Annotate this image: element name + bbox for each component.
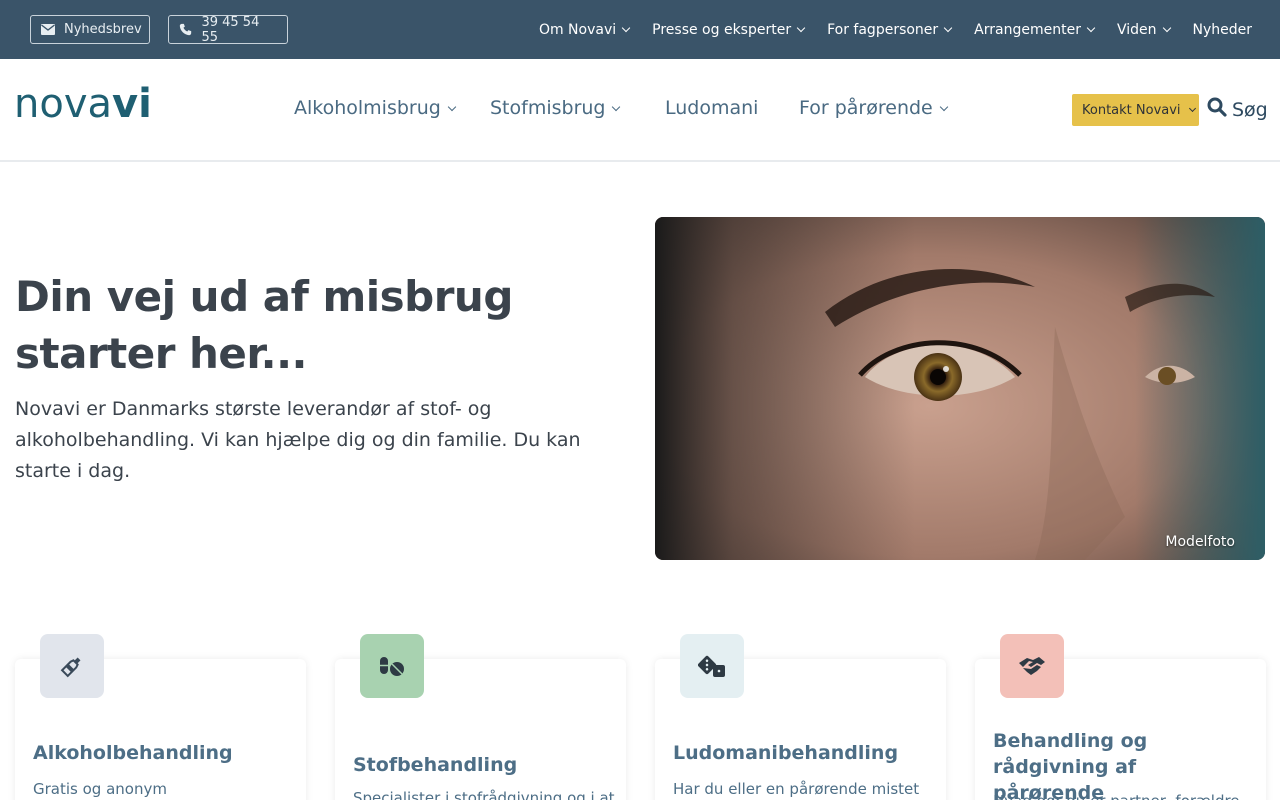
- top-nav-arrangementer[interactable]: Arrangementer: [974, 22, 1096, 38]
- pills-icon: [360, 634, 424, 698]
- card-title[interactable]: Alkoholbehandling: [33, 740, 233, 766]
- chevron-down-icon: [447, 102, 457, 111]
- chevron-down-icon: [621, 23, 631, 33]
- hero-image: Modelfoto: [655, 217, 1265, 560]
- dice-icon: [680, 634, 744, 698]
- top-nav-fagpersoner[interactable]: For fagpersoner: [827, 22, 953, 38]
- contact-novavi-button[interactable]: Kontakt Novavi: [1072, 94, 1199, 126]
- main-nav-stofmisbrug[interactable]: Stofmisbrug: [490, 97, 665, 119]
- chevron-down-icon: [796, 23, 806, 33]
- handshake-icon: [1000, 634, 1064, 698]
- top-nav-nyheder[interactable]: Nyheder: [1193, 22, 1253, 38]
- card-title[interactable]: Ludomanibehandling: [673, 740, 898, 766]
- card-title[interactable]: Stofbehandling: [353, 752, 517, 778]
- chevron-down-icon: [1086, 23, 1096, 33]
- card-text: Gratis og anonym: [33, 780, 167, 798]
- newsletter-button[interactable]: Nyhedsbrev: [30, 15, 150, 44]
- search-button[interactable]: Søg: [1207, 97, 1268, 122]
- hero-title: Din vej ud af misbrug starter her...: [15, 272, 513, 378]
- chevron-down-icon: [1188, 104, 1196, 113]
- bottle-icon: [40, 634, 104, 698]
- chevron-down-icon: [943, 23, 953, 33]
- card-title[interactable]: Behandling og rådgivning af pårørende: [993, 728, 1243, 800]
- top-nav-presse[interactable]: Presse og eksperter: [652, 22, 806, 38]
- top-bar: Nyhedsbrev 39 45 54 55 Om Novavi Presse …: [0, 0, 1280, 59]
- chevron-down-icon: [939, 102, 948, 111]
- chevron-down-icon: [612, 102, 621, 111]
- newsletter-label: Nyhedsbrev: [64, 22, 142, 37]
- main-nav-alkoholmisbrug[interactable]: Alkoholmisbrug: [294, 97, 490, 119]
- phone-icon: [179, 23, 192, 37]
- top-nav-viden[interactable]: Viden: [1117, 22, 1171, 38]
- main-nav-ludomani[interactable]: Ludomani: [665, 97, 799, 119]
- card-text: Har du eller en pårørende mistet: [673, 780, 920, 798]
- top-nav-om-novavi[interactable]: Om Novavi: [539, 22, 631, 38]
- chevron-down-icon: [1162, 23, 1171, 33]
- card-text: Specialister i stofrådgivning og i at: [353, 789, 615, 800]
- search-icon: [1207, 97, 1227, 122]
- novavi-logo[interactable]: novavi: [14, 84, 152, 124]
- phone-button[interactable]: 39 45 54 55: [168, 14, 288, 45]
- card-text: Hvad gør du er partner, forældre: [993, 792, 1240, 800]
- image-credit: Modelfoto: [1165, 534, 1235, 550]
- envelope-icon: [41, 23, 55, 37]
- phone-label: 39 45 54 55: [201, 14, 260, 45]
- main-nav-paaroerende[interactable]: For pårørende: [799, 97, 948, 119]
- main-nav: Alkoholmisbrug Stofmisbrug Ludomani For …: [294, 97, 948, 119]
- hero-text: Novavi er Danmarks største leverandør af…: [15, 398, 581, 482]
- top-nav: Om Novavi Presse og eksperter For fagper…: [539, 0, 1252, 59]
- main-header: novavi Alkoholmisbrug Stofmisbrug Ludoma…: [0, 59, 1280, 162]
